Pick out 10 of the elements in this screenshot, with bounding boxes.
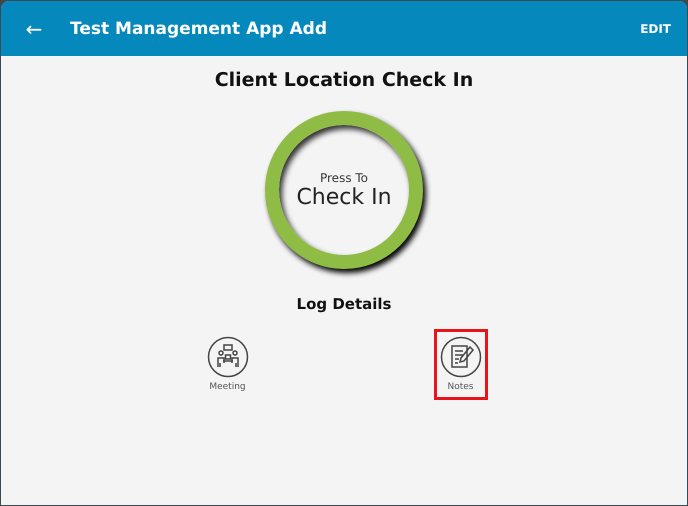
- edit-button[interactable]: EDIT: [640, 22, 671, 36]
- page-heading: Client Location Check In: [214, 69, 474, 91]
- app-title: Test Management App Add: [70, 18, 328, 38]
- check-in-button[interactable]: Press To Check In: [265, 111, 423, 269]
- back-button[interactable]: ←: [23, 16, 45, 40]
- notepad-pencil-icon: [440, 336, 482, 378]
- log-item-button[interactable]: Notes: [434, 329, 488, 400]
- section-title: Log Details: [296, 295, 392, 313]
- meeting-icon: [206, 336, 248, 378]
- log-item-button[interactable]: Meeting: [200, 329, 254, 400]
